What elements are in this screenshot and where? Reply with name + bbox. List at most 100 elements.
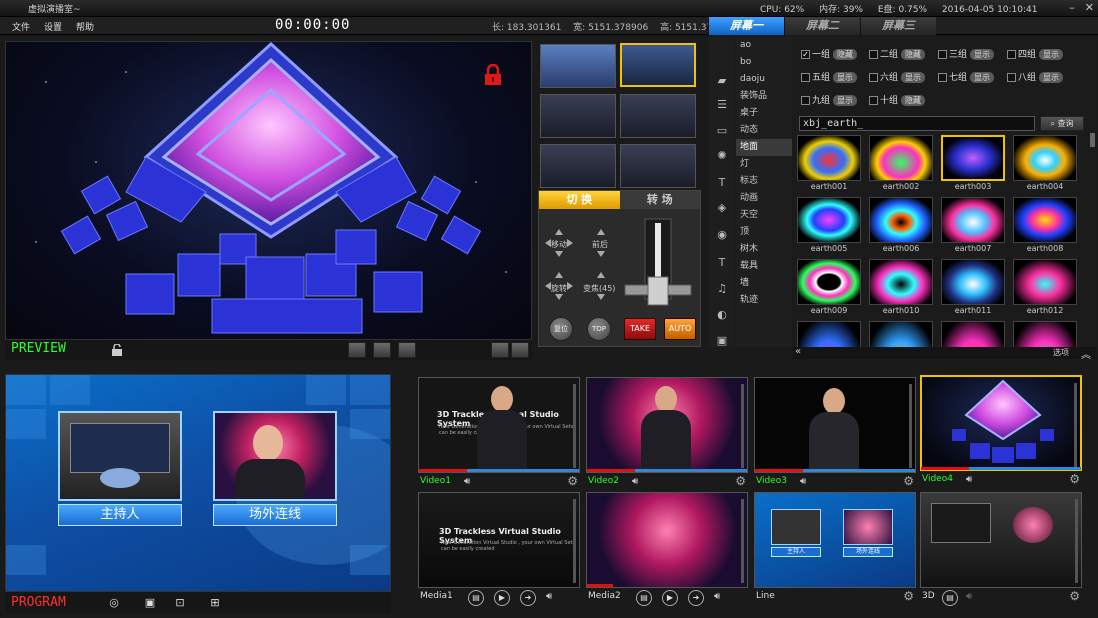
- undo-button[interactable]: [491, 342, 509, 358]
- asset-tile[interactable]: earth006: [869, 197, 933, 255]
- collapse-left-icon[interactable]: «: [795, 346, 801, 357]
- category-item[interactable]: 动画: [736, 190, 792, 207]
- group-toggle[interactable]: 显示: [833, 95, 858, 106]
- snapshot-icon[interactable]: ▣: [143, 596, 157, 609]
- group-toggle[interactable]: 隐藏: [833, 49, 858, 60]
- top-button[interactable]: TOP: [587, 317, 611, 341]
- asset-tile[interactable]: earth001: [797, 135, 861, 193]
- group-2[interactable]: 二组 隐藏: [869, 47, 926, 60]
- group-checkbox[interactable]: [801, 96, 810, 105]
- category-item[interactable]: 标志: [736, 173, 792, 190]
- preview-viewport[interactable]: [5, 41, 532, 340]
- tab-switch[interactable]: 切 换: [539, 191, 620, 209]
- group-3[interactable]: 三组 显示: [938, 47, 995, 60]
- ball-icon[interactable]: ◉: [715, 229, 729, 241]
- host-window[interactable]: [58, 411, 182, 501]
- camera-thumb-2[interactable]: [620, 43, 696, 87]
- menu-settings[interactable]: 设置: [44, 20, 62, 33]
- view-right-button[interactable]: [398, 342, 416, 358]
- camera-thumb-5[interactable]: [540, 144, 616, 188]
- category-item[interactable]: 装饰品: [736, 88, 792, 105]
- take-button[interactable]: TAKE: [624, 318, 656, 340]
- category-item[interactable]: 轨迹: [736, 292, 792, 309]
- category-item[interactable]: 桌子: [736, 105, 792, 122]
- tab-transition[interactable]: 转 场: [619, 191, 700, 209]
- group-4[interactable]: 四组 显示: [1007, 47, 1064, 60]
- group-9[interactable]: 九组 显示: [801, 93, 858, 106]
- group-checkbox[interactable]: [869, 50, 878, 59]
- gear-icon[interactable]: ⚙: [735, 474, 746, 488]
- list-icon[interactable]: ☰: [715, 99, 729, 111]
- group-10[interactable]: 十组 隐藏: [869, 93, 926, 106]
- gear-icon[interactable]: ⚙: [1069, 589, 1080, 603]
- group-checkbox[interactable]: [869, 96, 878, 105]
- tab-screen-1[interactable]: 屏幕一: [708, 17, 784, 35]
- stream-icon[interactable]: ⊡: [173, 596, 187, 609]
- asset-tile-selected[interactable]: earth003: [941, 135, 1005, 193]
- group-1[interactable]: ✓ 一组 隐藏: [801, 47, 858, 60]
- search-input[interactable]: xbj_earth_: [799, 116, 1035, 131]
- palette-icon[interactable]: ◐: [715, 309, 729, 321]
- asset-tile[interactable]: [1013, 321, 1077, 347]
- asset-tile[interactable]: earth007: [941, 197, 1005, 255]
- camera-thumb-1[interactable]: [540, 44, 616, 88]
- record-icon[interactable]: ◎: [107, 596, 121, 609]
- close-icon[interactable]: ✕: [1085, 1, 1094, 14]
- asset-tile[interactable]: earth010: [869, 259, 933, 317]
- group-checkbox[interactable]: [938, 73, 947, 82]
- asset-tile[interactable]: earth011: [941, 259, 1005, 317]
- monitor-icon[interactable]: ▭: [715, 125, 729, 137]
- source-video1[interactable]: 3D Trackless Virtual Studio System New G…: [418, 377, 580, 492]
- group-toggle[interactable]: 显示: [901, 72, 926, 83]
- category-item[interactable]: 天空: [736, 207, 792, 224]
- category-item[interactable]: daoju: [736, 71, 792, 88]
- menu-file[interactable]: 文件: [12, 20, 30, 33]
- asset-tile[interactable]: earth004: [1013, 135, 1077, 193]
- camera-icon[interactable]: ▣: [715, 335, 729, 347]
- group-8[interactable]: 八组 显示: [1007, 70, 1064, 83]
- group-checkbox[interactable]: [1007, 50, 1016, 59]
- asset-tile[interactable]: [869, 321, 933, 347]
- group-toggle[interactable]: 显示: [970, 72, 995, 83]
- group-7[interactable]: 七组 显示: [938, 70, 995, 83]
- play-icon[interactable]: ▶: [662, 590, 678, 606]
- asset-tile[interactable]: earth012: [1013, 259, 1077, 317]
- transition-fader[interactable]: [623, 217, 693, 313]
- text-3d-icon[interactable]: T: [715, 177, 729, 189]
- remote-window[interactable]: [213, 411, 337, 501]
- gear-icon[interactable]: ⚙: [903, 589, 914, 603]
- view-left-button[interactable]: [348, 342, 366, 358]
- category-item[interactable]: ao: [736, 37, 792, 54]
- category-item[interactable]: bo: [736, 54, 792, 71]
- library-scrollbar[interactable]: [1090, 133, 1095, 147]
- group-checkbox[interactable]: ✓: [801, 50, 810, 59]
- source-media2[interactable]: Media2 ▤ ▶ ➜ 🔊︎: [586, 492, 748, 607]
- category-item-active[interactable]: 地面: [736, 139, 792, 156]
- source-media1[interactable]: 3D Trackless Virtual Studio System New G…: [418, 492, 580, 607]
- folder-open-icon[interactable]: ▤: [468, 590, 484, 606]
- next-icon[interactable]: ➜: [688, 590, 704, 606]
- group-checkbox[interactable]: [1007, 73, 1016, 82]
- search-button[interactable]: ⌕ 查询: [1040, 116, 1084, 131]
- group-toggle[interactable]: 隐藏: [901, 49, 926, 60]
- source-video4[interactable]: Video4 🔊︎ ⚙: [920, 375, 1082, 490]
- music-icon[interactable]: ♫: [715, 283, 729, 295]
- group-5[interactable]: 五组 显示: [801, 70, 858, 83]
- volume-icon[interactable]: 🔊︎: [632, 476, 638, 487]
- asset-tile[interactable]: [797, 321, 861, 347]
- volume-icon[interactable]: 🔊︎: [464, 476, 470, 487]
- group-checkbox[interactable]: [801, 73, 810, 82]
- group-6[interactable]: 六组 显示: [869, 70, 926, 83]
- light-icon[interactable]: ✺: [715, 150, 729, 162]
- options-button[interactable]: 选项: [1053, 347, 1069, 358]
- view-center-button[interactable]: [373, 342, 391, 358]
- gear-icon[interactable]: ⚙: [1069, 472, 1080, 486]
- group-toggle[interactable]: 显示: [970, 49, 995, 60]
- tab-screen-2[interactable]: 屏幕二: [784, 17, 860, 35]
- fullscreen-icon[interactable]: ⊞: [208, 596, 222, 609]
- gear-icon[interactable]: ⚙: [903, 474, 914, 488]
- camera-thumb-3[interactable]: [540, 94, 616, 138]
- asset-tile[interactable]: earth008: [1013, 197, 1077, 255]
- asset-tile[interactable]: [941, 321, 1005, 347]
- redo-button[interactable]: [511, 342, 529, 358]
